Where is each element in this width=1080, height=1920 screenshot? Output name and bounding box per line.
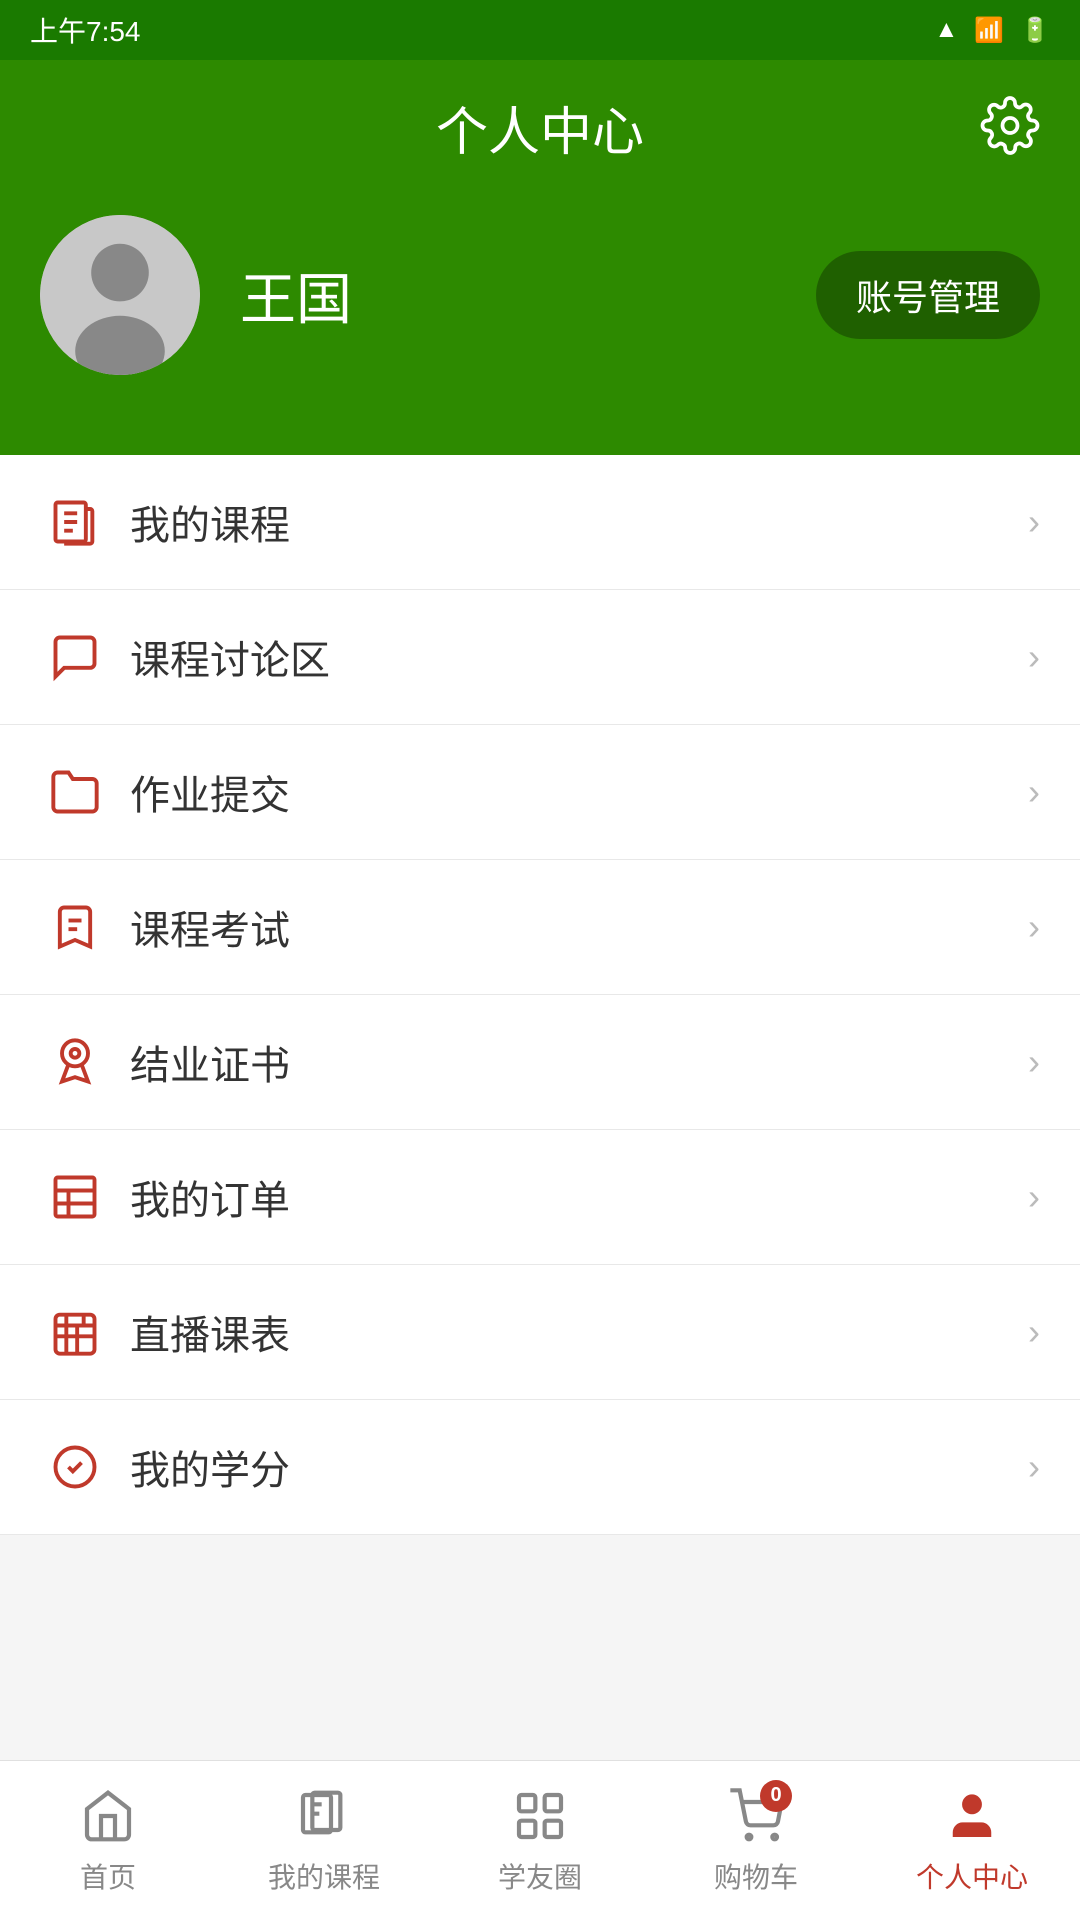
nav-item-home[interactable]: 首页: [0, 1761, 216, 1920]
homework-icon: [40, 766, 110, 818]
menu-item-certificate[interactable]: 结业证书 ›: [0, 995, 1080, 1130]
nav-home-label: 首页: [80, 1856, 136, 1896]
person-icon: [942, 1786, 1002, 1846]
home-icon: [78, 1786, 138, 1846]
cart-badge: 0: [760, 1780, 792, 1812]
menu-item-orders[interactable]: 我的订单 ›: [0, 1130, 1080, 1265]
chevron-right-icon: ›: [1028, 906, 1040, 948]
menu-item-my-courses[interactable]: 我的课程 ›: [0, 455, 1080, 590]
chevron-right-icon: ›: [1028, 771, 1040, 813]
menu-item-homework[interactable]: 作业提交 ›: [0, 725, 1080, 860]
menu-item-schedule[interactable]: 直播课表 ›: [0, 1265, 1080, 1400]
nav-my-courses-label: 我的课程: [268, 1856, 380, 1896]
nav-cart-label: 购物车: [714, 1856, 798, 1896]
bottom-navigation: 首页 我的课程 学友圈: [0, 1760, 1080, 1920]
status-time: 上午7:54: [30, 10, 141, 50]
header: 个人中心 王国 账号管理: [0, 60, 1080, 455]
nav-item-friends[interactable]: 学友圈: [432, 1761, 648, 1920]
certificate-icon: [40, 1036, 110, 1088]
cart-icon: 0: [726, 1786, 786, 1846]
discussion-label: 课程讨论区: [130, 628, 1028, 686]
chevron-right-icon: ›: [1028, 636, 1040, 678]
account-management-button[interactable]: 账号管理: [816, 251, 1040, 339]
orders-icon: [40, 1171, 110, 1223]
schedule-label: 直播课表: [130, 1303, 1028, 1361]
page-title: 个人中心: [436, 90, 644, 165]
nav-item-my-courses[interactable]: 我的课程: [216, 1761, 432, 1920]
menu-list: 我的课程 › 课程讨论区 › 作业提交 › 课程考试 ›: [0, 455, 1080, 1535]
chevron-right-icon: ›: [1028, 1176, 1040, 1218]
discussion-icon: [40, 631, 110, 683]
schedule-icon: [40, 1306, 110, 1358]
menu-item-exam[interactable]: 课程考试 ›: [0, 860, 1080, 995]
credits-label: 我的学分: [130, 1438, 1028, 1496]
chevron-right-icon: ›: [1028, 1041, 1040, 1083]
chevron-right-icon: ›: [1028, 1446, 1040, 1488]
signal-icon: ▲: [934, 16, 958, 44]
bookmark-icon: [294, 1786, 354, 1846]
avatar: [40, 215, 200, 375]
my-courses-icon: [40, 496, 110, 548]
profile-section: 王国 账号管理: [40, 215, 1040, 395]
status-bar: 上午7:54 ▲ 📶 🔋: [0, 0, 1080, 60]
menu-item-credits[interactable]: 我的学分 ›: [0, 1400, 1080, 1535]
credits-icon: [40, 1441, 110, 1493]
exam-label: 课程考试: [130, 898, 1028, 956]
wifi-icon: 📶: [974, 16, 1004, 45]
settings-button[interactable]: [980, 95, 1040, 160]
chevron-right-icon: ›: [1028, 1311, 1040, 1353]
apps-icon: [510, 1786, 570, 1846]
exam-icon: [40, 901, 110, 953]
nav-item-cart[interactable]: 0 购物车: [648, 1761, 864, 1920]
homework-label: 作业提交: [130, 763, 1028, 821]
status-icons: ▲ 📶 🔋: [934, 16, 1050, 45]
nav-item-profile[interactable]: 个人中心: [864, 1761, 1080, 1920]
menu-item-discussion[interactable]: 课程讨论区 ›: [0, 590, 1080, 725]
battery-icon: 🔋: [1020, 16, 1050, 45]
certificate-label: 结业证书: [130, 1033, 1028, 1091]
chevron-right-icon: ›: [1028, 501, 1040, 543]
my-courses-label: 我的课程: [130, 493, 1028, 551]
nav-profile-label: 个人中心: [916, 1856, 1028, 1896]
username: 王国: [240, 255, 776, 336]
header-top: 个人中心: [40, 90, 1040, 165]
orders-label: 我的订单: [130, 1168, 1028, 1226]
nav-friends-label: 学友圈: [498, 1856, 582, 1896]
